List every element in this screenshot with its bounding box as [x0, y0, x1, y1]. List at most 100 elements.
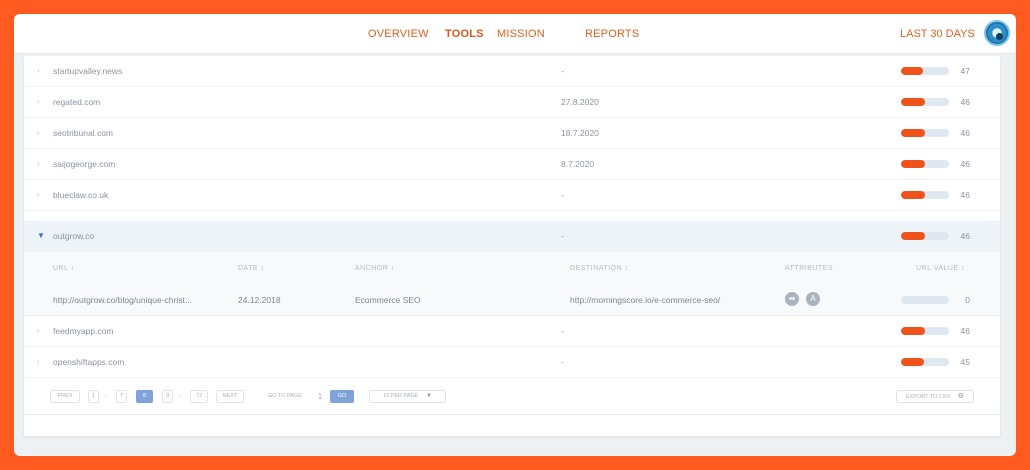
nav-overview[interactable]: OVERVIEW	[368, 28, 429, 40]
page-button-next[interactable]: 9	[162, 390, 173, 403]
score-value: 46	[960, 231, 970, 241]
date-range-label: LAST 30 DAYS	[900, 28, 975, 40]
score-bar	[901, 358, 949, 366]
col-destination-header[interactable]: DESTINATION ↕	[570, 265, 628, 272]
nav-reports[interactable]: REPORTS	[585, 28, 639, 40]
table-row[interactable]: › regated.com 27.8.2020 46	[24, 87, 1000, 118]
table-row[interactable]: › seotribunal.com 18.7.2020 46	[24, 118, 1000, 149]
score-value: 46	[960, 97, 970, 107]
goto-page-input[interactable]: 1	[313, 390, 327, 403]
chevron-right-icon[interactable]: ›	[37, 128, 40, 137]
score-bar	[901, 232, 949, 240]
col-url-header[interactable]: URL ↕	[53, 265, 75, 272]
url-value-score: 0	[965, 295, 970, 305]
score-bar	[901, 191, 949, 199]
avatar[interactable]	[984, 20, 1010, 46]
table-row[interactable]: › blueclaw.co.uk - 46	[24, 180, 1000, 211]
score-bar-fill	[901, 98, 925, 106]
score-bar-fill	[901, 129, 925, 137]
domain-link[interactable]: saijogeorge.com	[53, 159, 115, 169]
chevron-right-icon[interactable]: ›	[37, 97, 40, 106]
chevron-right-icon[interactable]: ›	[37, 357, 40, 366]
date-cell: 18.7.2020	[561, 128, 599, 138]
col-date-header[interactable]: DATE ↕	[238, 265, 265, 272]
go-button[interactable]: GO	[330, 390, 354, 403]
score-bar-fill	[901, 327, 925, 335]
per-page-label: 10 PER PAGE	[383, 393, 419, 399]
score-value: 46	[960, 128, 970, 138]
nav-mission[interactable]: MISSION	[497, 28, 545, 40]
score-value: 46	[960, 159, 970, 169]
score-value: 46	[960, 190, 970, 200]
chevron-right-icon[interactable]: ›	[37, 66, 40, 75]
pagination-bar: PREV 1 ... 7 8 9 ... 72 NEXT GO TO PAGE …	[24, 384, 1000, 408]
table-row[interactable]: › saijogeorge.com 8.7.2020 46	[24, 149, 1000, 180]
avatar-dot	[996, 33, 1003, 40]
date-cell: -	[561, 326, 564, 336]
goto-page-label: GO TO PAGE	[268, 393, 302, 399]
date-cell: -	[561, 357, 564, 367]
table-row-expanded[interactable]: ▼ outgrow.co - 46	[24, 221, 1000, 252]
chevron-right-icon[interactable]: ›	[37, 190, 40, 199]
domain-link[interactable]: blueclaw.co.uk	[53, 190, 108, 200]
person-icon: A	[806, 292, 820, 306]
date-cell: -	[561, 66, 564, 76]
pagination-ellipsis: ...	[104, 393, 109, 399]
nav-tools[interactable]: TOOLS	[445, 28, 484, 40]
backlinks-table: › startupvalley.news - 47 › regated.com …	[24, 56, 1000, 436]
page-button-prev[interactable]: 7	[116, 390, 127, 403]
chevron-down-icon[interactable]: ▼	[37, 231, 45, 240]
score-bar	[901, 160, 949, 168]
pagination-ellipsis: ...	[178, 393, 183, 399]
date-cell: -	[561, 231, 564, 241]
col-anchor-header[interactable]: ANCHOR ↕	[355, 265, 395, 272]
backlink-anchor: Ecommerce SEO	[355, 295, 421, 305]
arrow-right-icon: ➡	[785, 292, 799, 306]
date-cell: -	[561, 190, 564, 200]
score-bar-fill	[901, 191, 925, 199]
backlink-destination[interactable]: http://morningscore.io/e-commerce-seo/	[570, 295, 720, 305]
chevron-right-icon[interactable]: ›	[37, 326, 40, 335]
export-label: EXPORT TO CSV	[905, 394, 951, 400]
score-value: 47	[960, 66, 970, 76]
next-page-button[interactable]: NEXT	[216, 390, 244, 403]
table-row[interactable]: › startupvalley.news - 47	[24, 56, 1000, 87]
export-csv-button[interactable]: EXPORT TO CSV ⚙	[896, 390, 974, 403]
gear-icon: ⚙	[957, 393, 965, 400]
top-navigation-bar: OVERVIEW TOOLS MISSION REPORTS LAST 30 D…	[14, 14, 1016, 54]
subtable-header: URL ↕ DATE ↕ ANCHOR ↕ DESTINATION ↕ ATTR…	[24, 252, 1000, 284]
divider	[24, 414, 1000, 415]
chevron-right-icon[interactable]: ›	[37, 159, 40, 168]
score-value: 45	[960, 357, 970, 367]
table-row[interactable]: › feedmyapp.com - 46	[24, 316, 1000, 347]
backlink-url[interactable]: http://outgrow.co/blog/unique-christ...	[53, 295, 192, 305]
score-bar-fill	[901, 160, 925, 168]
domain-link[interactable]: regated.com	[53, 97, 100, 107]
date-cell: 8.7.2020	[561, 159, 595, 169]
subtable-row[interactable]: http://outgrow.co/blog/unique-christ... …	[24, 284, 1000, 316]
app-frame: OVERVIEW TOOLS MISSION REPORTS LAST 30 D…	[14, 14, 1016, 456]
domain-link[interactable]: startupvalley.news	[53, 66, 122, 76]
page-button-last[interactable]: 72	[190, 390, 208, 403]
page-button-current[interactable]: 8	[136, 390, 153, 403]
score-bar	[901, 129, 949, 137]
score-value: 46	[960, 326, 970, 336]
date-range-dropdown[interactable]: LAST 30 DAYS ▼	[900, 28, 991, 40]
backlink-date: 24.12.2018	[238, 295, 281, 305]
per-page-select[interactable]: 10 PER PAGE ▼	[369, 390, 446, 403]
score-bar	[901, 98, 949, 106]
domain-link[interactable]: openshiftapps.com	[53, 357, 124, 367]
page-button-first[interactable]: 1	[88, 390, 99, 403]
col-attributes-header: ATTRIBUTES	[785, 265, 834, 272]
domain-link[interactable]: seotribunal.com	[53, 128, 113, 138]
domain-link[interactable]: feedmyapp.com	[53, 326, 113, 336]
prev-page-button[interactable]: PREV	[50, 390, 80, 403]
url-value-bar	[901, 296, 949, 304]
table-row[interactable]: › openshiftapps.com - 45	[24, 347, 1000, 378]
score-bar-fill	[901, 232, 925, 240]
date-cell: 27.8.2020	[561, 97, 599, 107]
domain-link[interactable]: outgrow.co	[53, 231, 94, 241]
score-bar-fill	[901, 67, 923, 75]
caret-down-icon: ▼	[425, 393, 432, 399]
col-url-value-header[interactable]: URL VALUE ↕	[916, 265, 965, 272]
